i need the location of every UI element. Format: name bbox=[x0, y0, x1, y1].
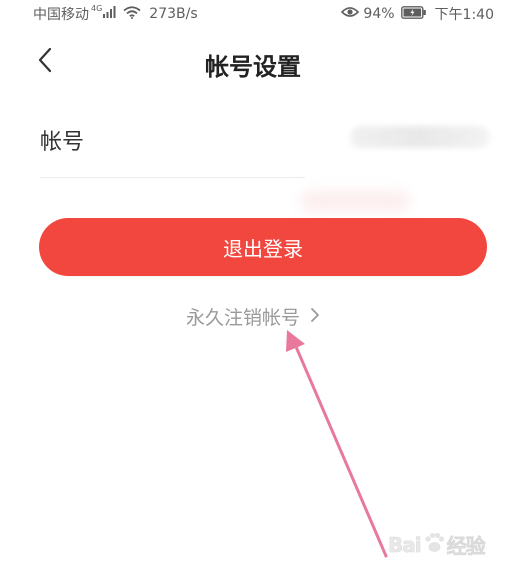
cancel-account-label: 永久注销帐号 bbox=[185, 307, 300, 329]
account-row[interactable]: 帐号 bbox=[40, 110, 490, 178]
network-speed: 273B/s bbox=[149, 6, 198, 22]
status-bar: 中国移动 4G 273B/s 94% 下午1:40 bbox=[0, 0, 506, 28]
title-bar: 帐号设置 bbox=[0, 28, 506, 98]
account-value-blurred bbox=[350, 126, 490, 148]
network-type-badge: 4G bbox=[91, 3, 103, 13]
cancel-account-link[interactable]: 永久注销帐号 bbox=[0, 303, 506, 330]
divider bbox=[40, 177, 305, 178]
watermark-text-right: 经验 bbox=[446, 534, 486, 559]
logout-button[interactable]: 退出登录 bbox=[39, 218, 487, 276]
page-title: 帐号设置 bbox=[205, 53, 301, 81]
status-bar-right: 94% 下午1:40 bbox=[341, 4, 494, 24]
watermark-text-left: Bai bbox=[388, 532, 422, 557]
chevron-right-icon bbox=[310, 306, 320, 328]
clock: 下午1:40 bbox=[434, 7, 494, 23]
wifi-icon bbox=[123, 5, 141, 23]
blurred-hint bbox=[300, 190, 410, 212]
logout-button-label: 退出登录 bbox=[223, 236, 303, 261]
battery-percent: 94% bbox=[363, 6, 395, 22]
account-label: 帐号 bbox=[40, 130, 85, 155]
carrier-name: 中国移动 bbox=[33, 7, 89, 23]
signal-icon bbox=[103, 6, 117, 22]
eye-icon bbox=[341, 6, 360, 22]
status-bar-left: 中国移动 4G 273B/s bbox=[33, 4, 198, 24]
paw-icon bbox=[423, 532, 445, 558]
watermark-logo: Bai 经验 bbox=[388, 530, 486, 559]
battery-icon bbox=[400, 5, 427, 23]
account-settings-screen: 中国移动 4G 273B/s 94% 下午1:40 帐号设置 帐号 退出登录 永… bbox=[0, 0, 506, 583]
